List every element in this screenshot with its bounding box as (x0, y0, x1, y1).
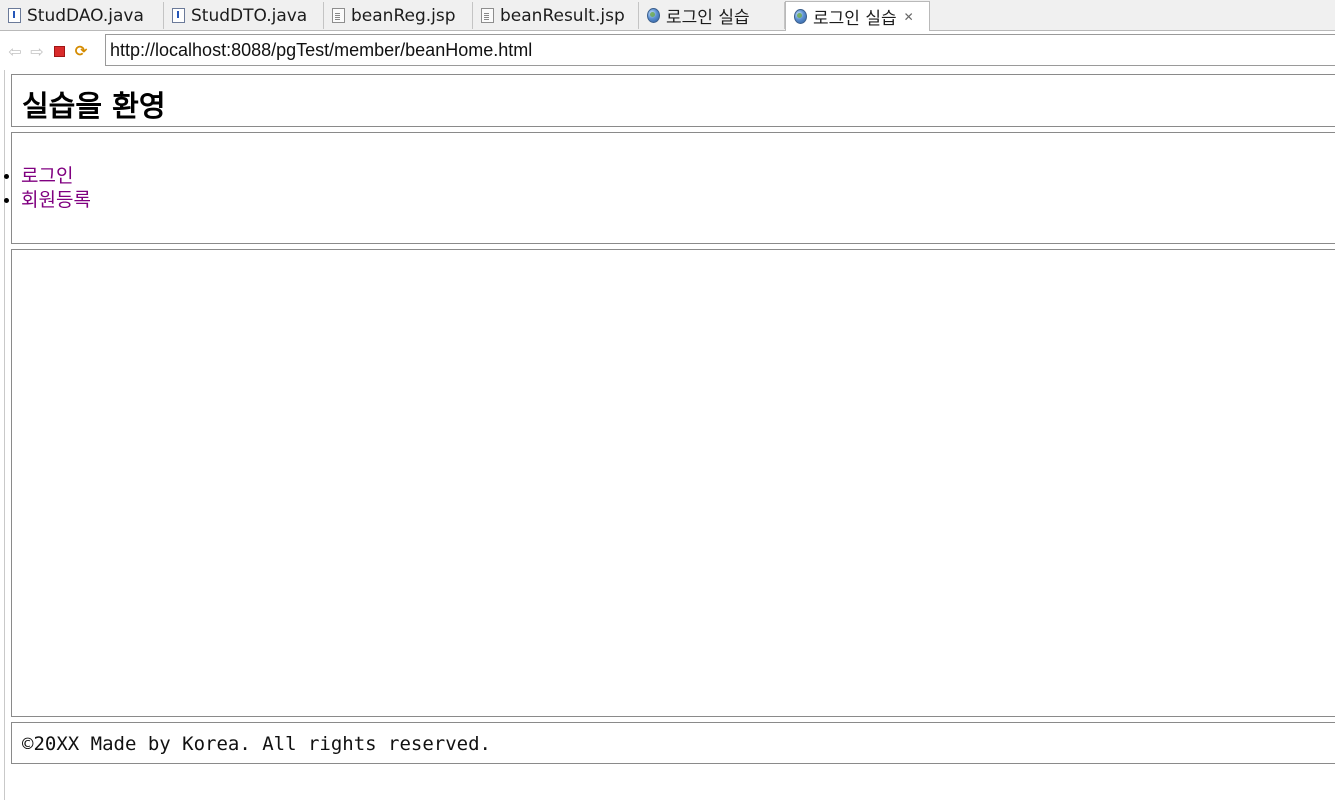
menu-list: 로그인 회원등록 (4, 164, 91, 212)
login-link[interactable]: 로그인 (21, 165, 73, 187)
globe-icon (794, 9, 807, 24)
content-frame (11, 249, 1335, 717)
tab-browser-login-active[interactable]: 로그인 실습 ✕ (785, 1, 930, 31)
tab-beanresult-jsp[interactable]: beanResult.jsp (473, 2, 639, 29)
url-input[interactable] (110, 39, 1335, 61)
menu-frame: 로그인 회원등록 (4, 132, 1335, 244)
address-bar[interactable] (105, 34, 1335, 66)
tab-beanreg-jsp[interactable]: beanReg.jsp (324, 2, 473, 29)
tab-studdao-java[interactable]: StudDAO.java (0, 2, 164, 29)
jsp-file-icon (481, 8, 494, 23)
tab-studdto-java[interactable]: StudDTO.java (164, 2, 324, 29)
tab-label: beanReg.jsp (351, 5, 456, 26)
page-title: 실습을 환영 (22, 89, 166, 123)
close-icon[interactable]: ✕ (904, 10, 914, 24)
browser-viewport: 실습을 환영 로그인 회원등록 ©20XX Made by Korea. All… (4, 70, 1335, 800)
editor-tab-bar: StudDAO.java StudDTO.java beanReg.jsp be… (0, 0, 1335, 31)
stop-icon (53, 45, 65, 57)
tab-label: 로그인 실습 (666, 8, 750, 28)
tab-label: beanResult.jsp (500, 5, 625, 26)
jsp-file-icon (332, 8, 345, 23)
java-file-icon (8, 8, 21, 23)
list-item: 로그인 (4, 164, 91, 188)
tab-label: StudDTO.java (191, 5, 308, 26)
tab-label: StudDAO.java (27, 5, 144, 26)
java-file-icon (172, 8, 185, 23)
refresh-icon: ⟳ (74, 42, 88, 60)
list-item: 회원등록 (4, 188, 91, 212)
back-arrow-icon[interactable]: ⇦ (4, 40, 26, 62)
browser-toolbar: ⇦ ⇨ ⟳ (4, 33, 1335, 69)
globe-icon (647, 8, 660, 23)
register-link[interactable]: 회원등록 (21, 189, 91, 211)
footer-text: ©20XX Made by Korea. All rights reserved… (22, 733, 491, 755)
tab-label: 로그인 실습 (813, 9, 897, 29)
footer-frame: ©20XX Made by Korea. All rights reserved… (11, 722, 1335, 764)
forward-arrow-icon[interactable]: ⇨ (26, 40, 48, 62)
stop-button[interactable] (48, 40, 70, 62)
header-frame: 실습을 환영 (11, 74, 1335, 127)
refresh-button[interactable]: ⟳ (70, 40, 92, 62)
tab-browser-login-1[interactable]: 로그인 실습 (639, 2, 785, 29)
